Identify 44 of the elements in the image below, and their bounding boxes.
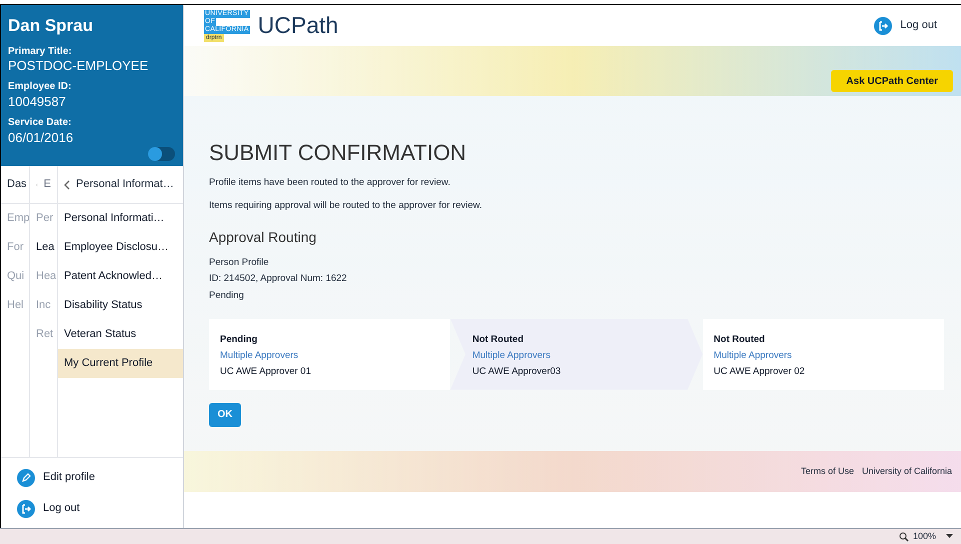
- back-chevron-icon[interactable]: [64, 180, 70, 190]
- field-label: Employee ID:: [8, 81, 72, 94]
- field-label: Service Date:: [8, 117, 72, 130]
- detail-text: ID: 214502, Approval Num: 1622: [209, 272, 348, 286]
- detail-text: Pending: [209, 288, 245, 302]
- logout-icon: [874, 16, 892, 34]
- page-title: SUBMIT CONFIRMATION: [209, 139, 468, 166]
- ok-button[interactable]: OK: [209, 402, 241, 427]
- nav-item[interactable]: My Current Profile: [58, 349, 183, 378]
- approvers-link[interactable]: Multiple Approvers: [714, 349, 792, 364]
- approver-name: UC AWE Approver03: [472, 365, 561, 380]
- toggle-switch[interactable]: [148, 147, 175, 161]
- field-value: 10049587: [8, 94, 67, 110]
- nav-item[interactable]: Lea: [30, 233, 57, 262]
- field-value: POSTDOC-EMPLOYEE: [8, 58, 150, 74]
- field-value: 06/01/2016: [8, 130, 74, 146]
- zoom-level[interactable]: 100%: [912, 530, 936, 544]
- sidebar-link[interactable]: Log out: [43, 500, 80, 517]
- footer-link[interactable]: University of California: [862, 464, 952, 478]
- ask-center-button[interactable]: Ask UCPath Center: [831, 70, 953, 92]
- dropdown-caret-icon[interactable]: [946, 534, 953, 539]
- approver-name: UC AWE Approver 02: [714, 365, 805, 380]
- field-label: Primary Title:: [8, 46, 73, 58]
- pencil-icon: [17, 468, 35, 486]
- section-heading: Approval Routing: [209, 228, 318, 247]
- step-status: Pending: [220, 332, 258, 347]
- column-header[interactable]: E: [44, 176, 51, 193]
- approver-name: UC AWE Approver 01: [220, 365, 311, 380]
- employee-name: Dan Sprau: [8, 15, 94, 37]
- detail-text: Person Profile: [209, 256, 270, 270]
- approvers-link[interactable]: Multiple Approvers: [220, 349, 298, 364]
- footer-link[interactable]: Terms of Use: [800, 464, 854, 478]
- approvers-link[interactable]: Multiple Approvers: [472, 349, 550, 364]
- column-header[interactable]: Personal Informat…: [76, 176, 174, 193]
- message-text: Items requiring approval will be routed to the approver for review.: [209, 198, 483, 213]
- logout-link[interactable]: Log out: [900, 17, 937, 34]
- column-header[interactable]: Das: [7, 176, 27, 193]
- logout-icon: [17, 500, 35, 518]
- message-text: Profile items have been routed to the approver for review.: [209, 176, 452, 190]
- step-status: Not Routed: [472, 332, 524, 347]
- zoom-icon: [898, 532, 909, 542]
- app-title: UCPath: [258, 11, 338, 40]
- sidebar-link[interactable]: Edit profile: [43, 469, 95, 486]
- step-status: Not Routed: [714, 332, 765, 347]
